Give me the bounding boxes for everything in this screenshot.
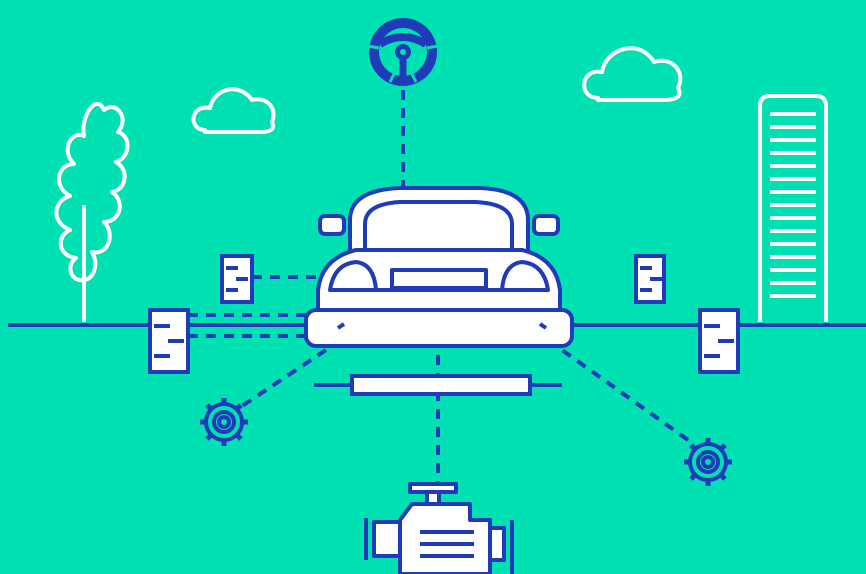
tire-icon <box>148 308 190 374</box>
tire-icon <box>634 254 666 304</box>
tire-icon <box>220 254 254 304</box>
car-components-illustration <box>0 0 866 574</box>
tire-icon <box>698 308 740 374</box>
axle-icon <box>314 374 562 396</box>
